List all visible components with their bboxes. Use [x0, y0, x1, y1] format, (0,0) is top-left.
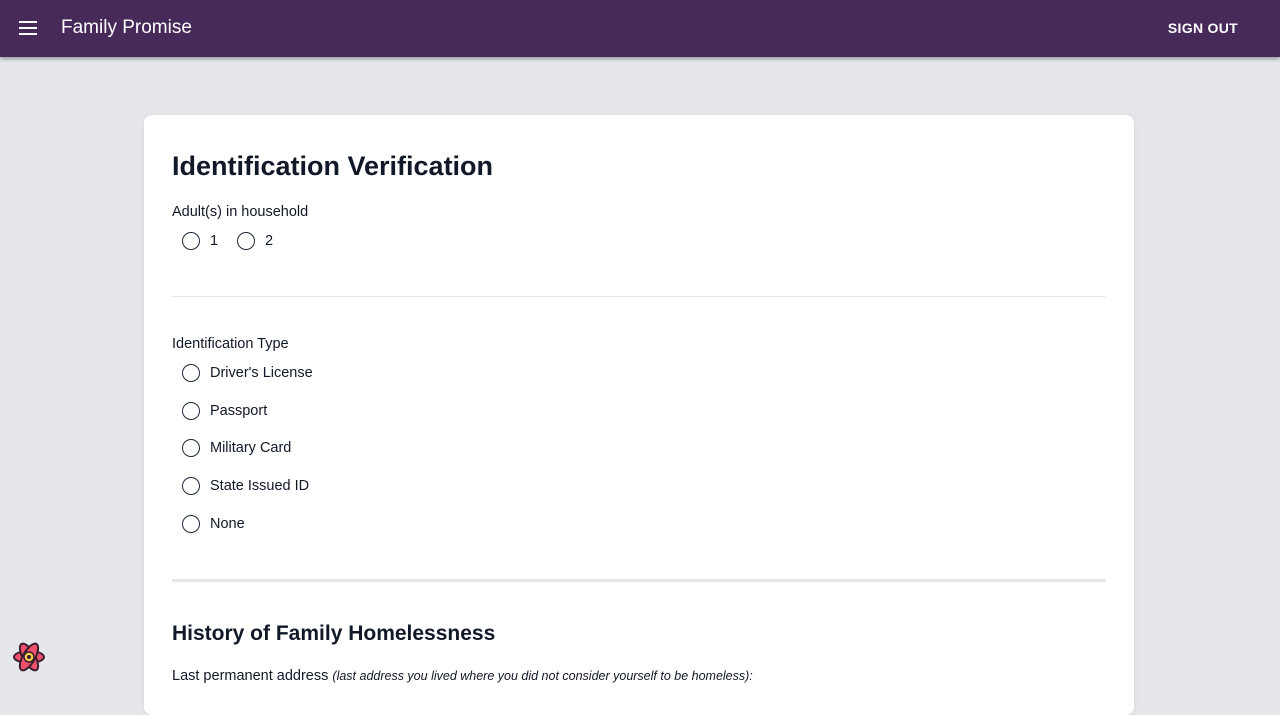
id-type-radio-passport[interactable]: Passport: [182, 402, 267, 420]
app-bar: Family Promise SIGN OUT: [0, 0, 1280, 57]
section-divider: [172, 296, 1106, 297]
radio-circle[interactable]: [182, 477, 200, 495]
radio-circle[interactable]: [182, 402, 200, 420]
adults-label: Adult(s) in household: [172, 204, 309, 220]
id-type-radio-drivers-license[interactable]: Driver's License: [182, 364, 313, 382]
homelessness-section-title: History of Family Homelessness: [172, 622, 496, 645]
adults-radio-1[interactable]: 1: [182, 232, 218, 250]
radio-label: Passport: [210, 403, 268, 419]
adults-radio-2[interactable]: 2: [237, 232, 273, 250]
radio-circle[interactable]: [182, 515, 200, 533]
last-address-label-text: Last permanent address: [172, 668, 329, 684]
radio-label: 2: [265, 233, 274, 249]
last-address-label: Last permanent address (last address you…: [172, 668, 753, 684]
id-type-radio-none[interactable]: None: [182, 515, 245, 533]
radio-label: 1: [210, 233, 219, 249]
radio-label: Military Card: [210, 440, 292, 456]
react-devtools-icon[interactable]: [11, 639, 47, 675]
last-address-note: (last address you lived where you did no…: [332, 669, 753, 683]
id-type-radio-military-card[interactable]: Military Card: [182, 439, 291, 457]
radio-label: Driver's License: [210, 365, 313, 381]
id-type-label: Identification Type: [172, 336, 289, 352]
menu-icon[interactable]: [19, 21, 37, 35]
radio-label: State Issued ID: [210, 478, 310, 494]
id-type-radio-state-issued-id[interactable]: State Issued ID: [182, 477, 309, 495]
sign-out-button[interactable]: SIGN OUT: [1168, 20, 1238, 36]
radio-circle[interactable]: [182, 364, 200, 382]
radio-circle[interactable]: [182, 232, 200, 250]
radio-circle[interactable]: [182, 439, 200, 457]
app-title: Family Promise: [61, 17, 192, 38]
radio-label: None: [210, 516, 245, 532]
radio-circle[interactable]: [237, 232, 255, 250]
form-card: Identification Verification Adult(s) in …: [144, 115, 1134, 715]
page-title: Identification Verification: [172, 151, 494, 181]
section-divider: [172, 579, 1106, 582]
